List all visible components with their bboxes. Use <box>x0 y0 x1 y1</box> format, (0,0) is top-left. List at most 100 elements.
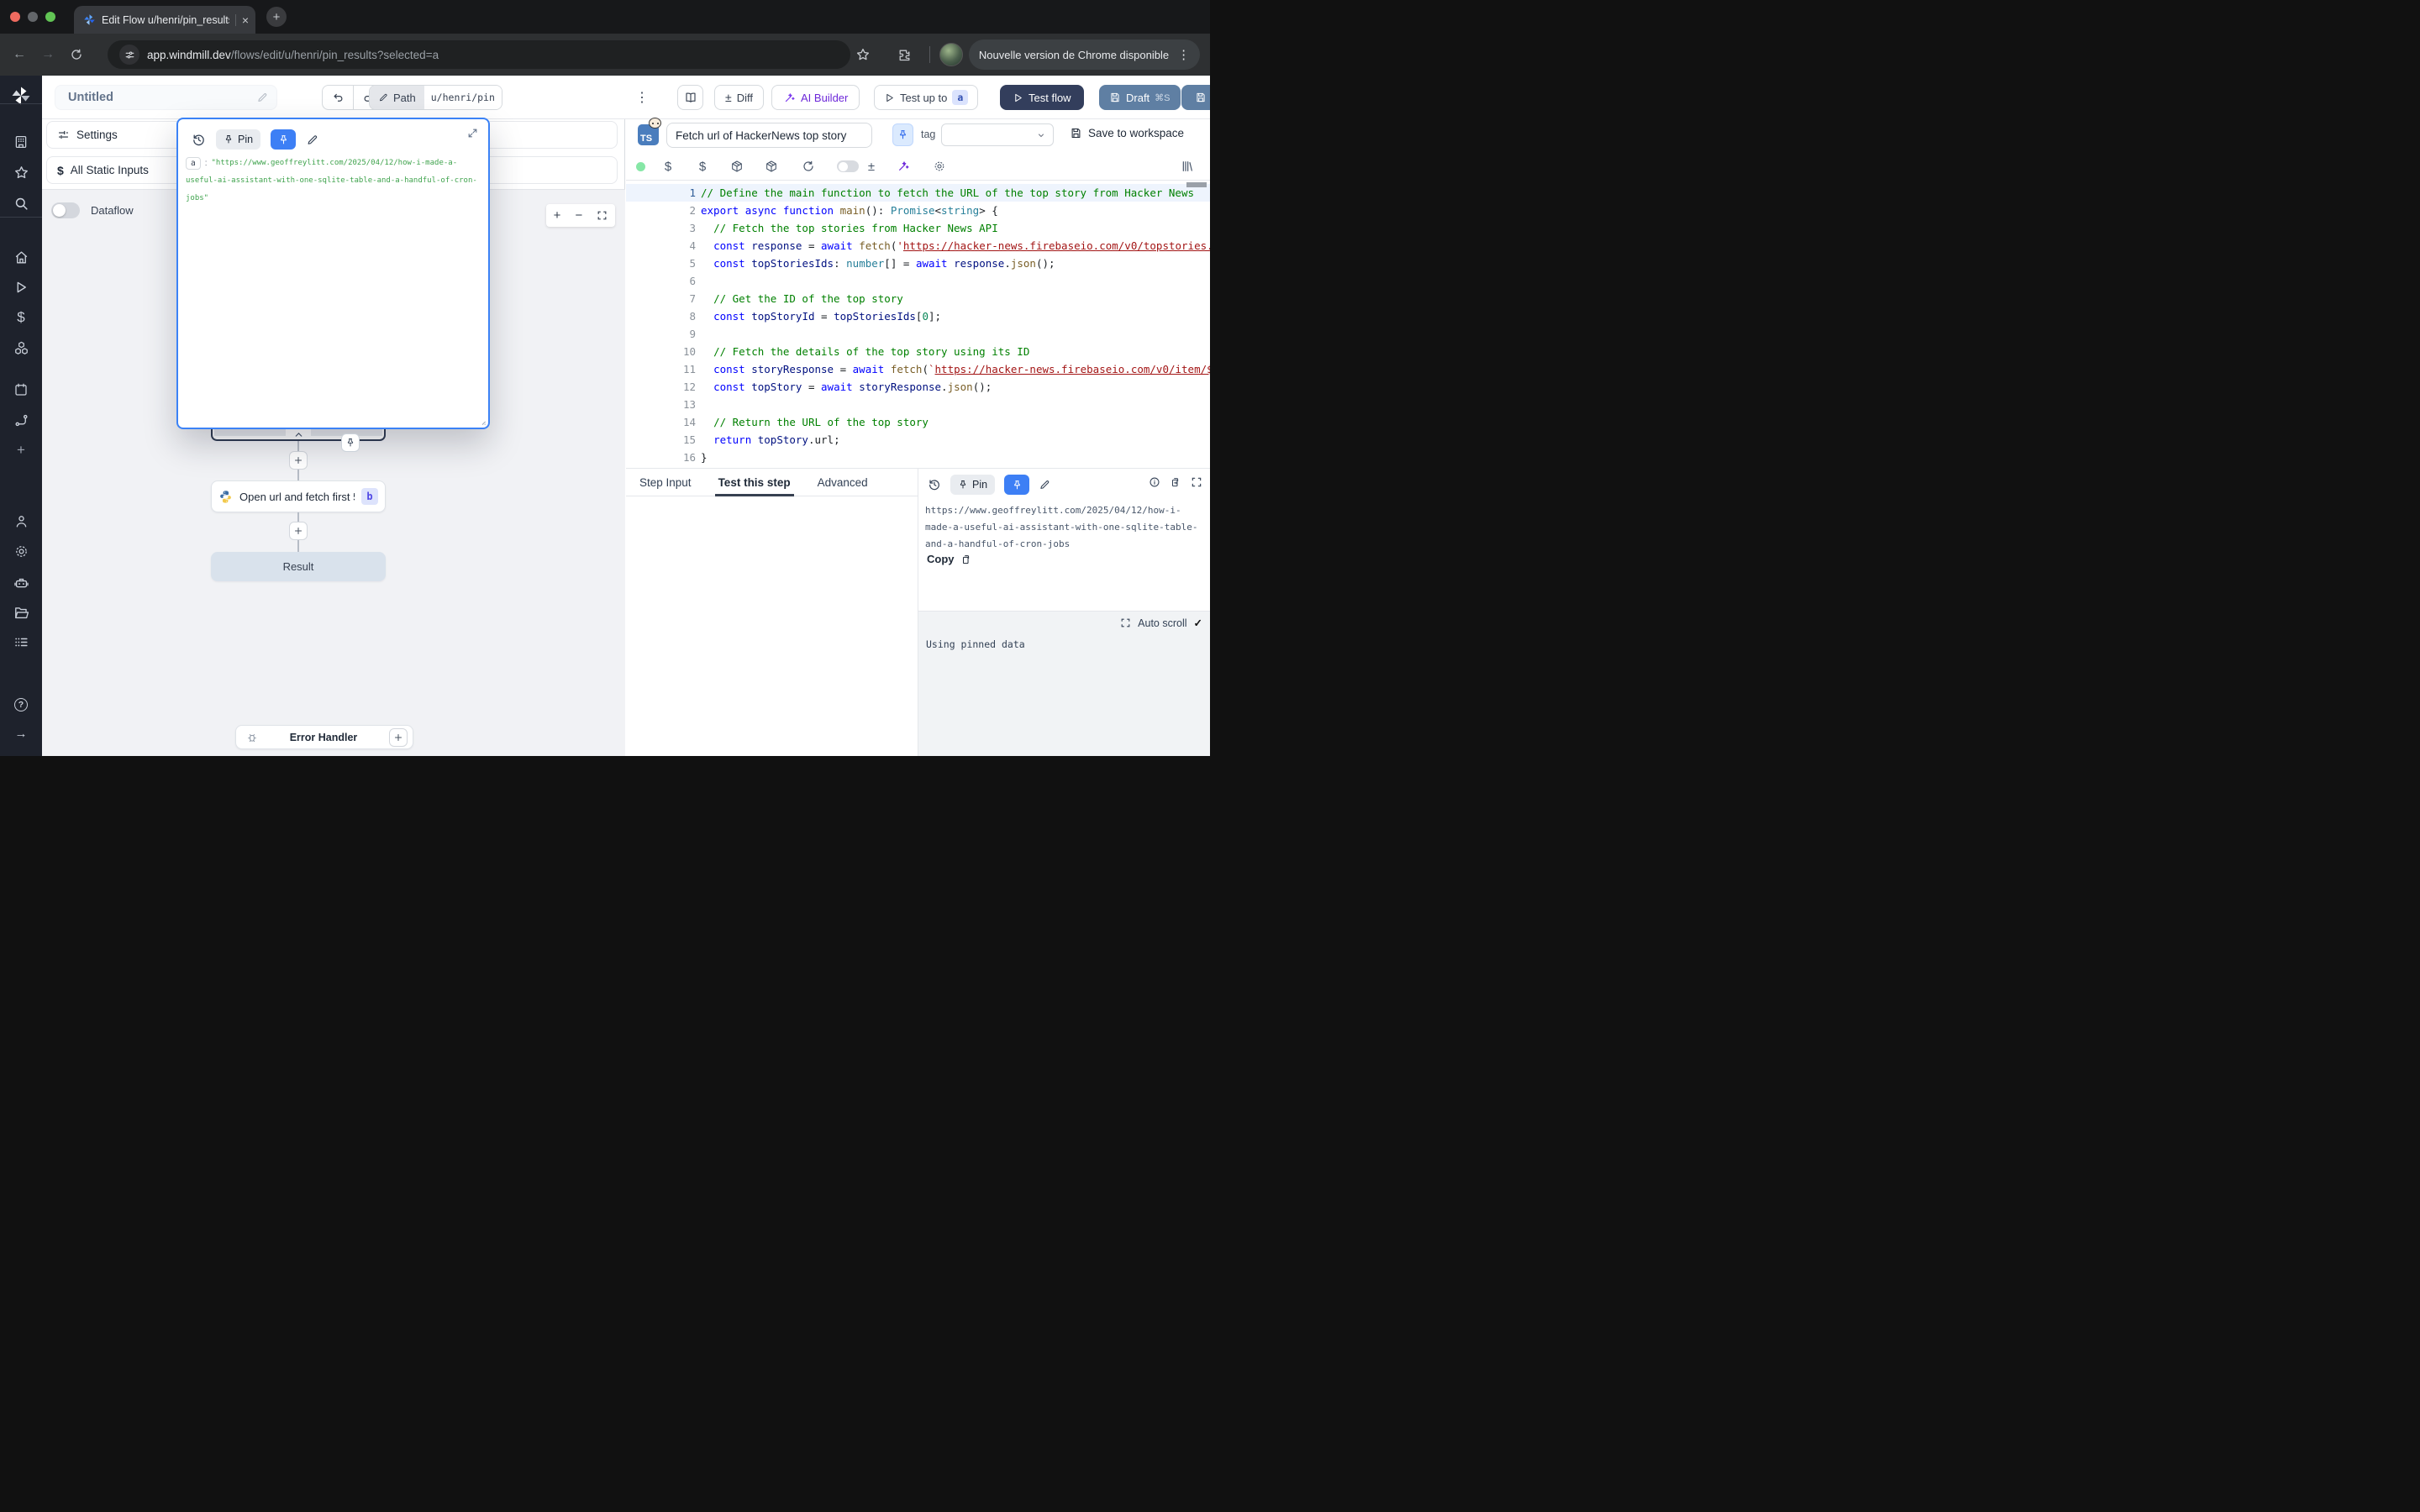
sidebar-item-favorites[interactable] <box>0 161 42 183</box>
library-icon[interactable] <box>1178 157 1197 176</box>
expand-log-icon[interactable] <box>1120 617 1131 628</box>
code-line[interactable]: 9 <box>626 325 1210 343</box>
docs-book-button[interactable] <box>677 85 703 110</box>
flow-node-error-handler[interactable]: Error Handler <box>235 725 413 749</box>
history-icon[interactable] <box>192 133 206 147</box>
site-settings-icon[interactable] <box>119 45 139 65</box>
fit-view-icon[interactable] <box>597 210 608 221</box>
code-line[interactable]: 7 // Get the ID of the top story <box>626 290 1210 307</box>
bookmark-star-icon[interactable] <box>855 40 871 69</box>
chrome-update-button[interactable]: Nouvelle version de Chrome disponible ⋮ <box>969 39 1200 70</box>
new-tab-button[interactable]: + <box>266 7 287 27</box>
sidebar-item-runs[interactable] <box>0 276 42 298</box>
fullscreen-icon[interactable] <box>1191 476 1202 488</box>
deploy-button[interactable]: Deploy <box>1181 85 1210 110</box>
draft-button[interactable]: Draft ⌘S <box>1099 85 1181 110</box>
sidebar-expand-icon[interactable]: → <box>0 722 42 744</box>
ai-builder-button[interactable]: AI Builder <box>771 85 860 110</box>
variable-dollar-icon[interactable]: $ <box>659 157 677 176</box>
auto-scroll-control[interactable]: Auto scroll ✓ <box>1120 617 1202 629</box>
result-value[interactable]: https://www.geoffreylitt.com/2025/04/12/… <box>925 502 1206 553</box>
code-line[interactable]: 14 // Return the URL of the top story <box>626 413 1210 431</box>
browser-tab[interactable]: Edit Flow u/henri/pin_results × <box>74 6 255 34</box>
tab-advanced[interactable]: Advanced <box>818 469 868 496</box>
popup-pin-button[interactable]: Pin <box>216 129 260 150</box>
code-line[interactable]: 13 <box>626 396 1210 413</box>
sidebar-item-folders[interactable] <box>0 601 42 623</box>
info-icon[interactable] <box>1149 476 1160 488</box>
back-icon[interactable]: ← <box>5 40 34 69</box>
result-pinned-toggle[interactable] <box>1004 475 1029 495</box>
code-line[interactable]: 10 // Fetch the details of the top story… <box>626 343 1210 360</box>
history-icon[interactable] <box>928 478 941 491</box>
editor-scrollbar[interactable] <box>1186 182 1207 187</box>
more-options-icon[interactable]: ⋮ <box>635 89 649 106</box>
profile-avatar[interactable] <box>939 43 963 66</box>
add-step-button[interactable] <box>289 522 308 540</box>
add-error-handler-button[interactable] <box>389 728 408 747</box>
test-up-to-button[interactable]: Test up to a <box>874 85 978 110</box>
code-line[interactable]: 3 // Fetch the top stories from Hacker N… <box>626 219 1210 237</box>
path-label-segment[interactable]: Path <box>370 86 424 109</box>
test-flow-button[interactable]: Test flow <box>1000 85 1084 110</box>
package-icon[interactable] <box>762 157 781 176</box>
result-pin-button[interactable]: Pin <box>950 475 995 495</box>
expand-popup-icon[interactable] <box>467 128 478 139</box>
tab-step-input[interactable]: Step Input <box>639 469 692 496</box>
flow-node-python-step[interactable]: Open url and fetch first 500 words of ..… <box>211 480 386 512</box>
sidebar-item-workspace[interactable] <box>0 131 42 153</box>
ai-wand-icon[interactable] <box>894 157 913 176</box>
code-line[interactable]: 8 const topStoryId = topStoriesIds[0]; <box>626 307 1210 325</box>
sidebar-item-resources[interactable] <box>0 337 42 359</box>
close-window-button[interactable] <box>10 12 20 22</box>
maximize-window-button[interactable] <box>45 12 55 22</box>
step-name-input[interactable]: Fetch url of HackerNews top story <box>666 123 872 148</box>
tab-close-icon[interactable]: × <box>242 13 249 27</box>
tag-select[interactable] <box>941 123 1054 146</box>
edit-pencil-icon[interactable] <box>1039 479 1050 491</box>
undo-button[interactable] <box>322 85 353 110</box>
popup-pinned-toggle[interactable] <box>271 129 296 150</box>
sidebar-item-flows[interactable] <box>0 409 42 431</box>
resize-handle[interactable] <box>477 417 487 426</box>
address-bar[interactable]: app.windmill.dev/flows/edit/u/henri/pin_… <box>108 40 850 69</box>
diff-icon[interactable]: ± <box>862 157 881 176</box>
editor-settings-gear-icon[interactable] <box>930 157 949 176</box>
copy-button[interactable]: Copy <box>927 553 972 565</box>
code-line[interactable]: 16} <box>626 449 1210 466</box>
zoom-in-icon[interactable]: + <box>554 208 561 223</box>
reload-icon[interactable] <box>62 40 91 69</box>
step-pin-button[interactable] <box>892 123 913 146</box>
code-editor[interactable]: 1// Define the main function to fetch th… <box>626 181 1210 468</box>
flow-node-result[interactable]: Result <box>211 552 386 581</box>
forward-icon[interactable]: → <box>34 40 62 69</box>
code-line[interactable]: 1// Define the main function to fetch th… <box>626 184 1210 202</box>
zoom-out-icon[interactable]: − <box>576 208 583 223</box>
node-pin-badge[interactable] <box>341 433 360 452</box>
code-line[interactable]: 12 const topStory = await storyResponse.… <box>626 378 1210 396</box>
path-control[interactable]: Path u/henri/pin <box>369 85 502 110</box>
test-up-to-step-badge[interactable]: a <box>952 90 968 105</box>
edit-pencil-icon[interactable] <box>306 134 318 146</box>
collapse-chevron-icon[interactable] <box>293 429 304 440</box>
sidebar-item-workers[interactable] <box>0 571 42 593</box>
copy-json-icon[interactable] <box>1170 476 1181 488</box>
save-to-workspace-button[interactable]: Save to workspace <box>1070 127 1184 139</box>
package-icon[interactable] <box>728 157 746 176</box>
diff-button[interactable]: ± Diff <box>714 85 764 110</box>
sidebar-item-variables[interactable]: $ <box>0 307 42 328</box>
edit-name-pencil-icon[interactable] <box>256 92 268 103</box>
sidebar-item-schedules[interactable] <box>0 379 42 401</box>
resource-dollar-icon[interactable]: $ <box>693 157 712 176</box>
code-line[interactable]: 5 const topStoriesIds: number[] = await … <box>626 255 1210 272</box>
browser-menu-icon[interactable]: ⋮ <box>1177 47 1190 62</box>
extensions-icon[interactable] <box>897 40 912 69</box>
reload-icon[interactable] <box>799 157 818 176</box>
code-line[interactable]: 6 <box>626 272 1210 290</box>
minimize-window-button[interactable] <box>28 12 38 22</box>
sidebar-item-home[interactable] <box>0 246 42 268</box>
help-icon[interactable]: ? <box>0 694 42 716</box>
sidebar-item-settings[interactable] <box>0 540 42 562</box>
sidebar-item-users[interactable] <box>0 510 42 532</box>
sidebar-item-create[interactable]: + <box>0 439 42 461</box>
